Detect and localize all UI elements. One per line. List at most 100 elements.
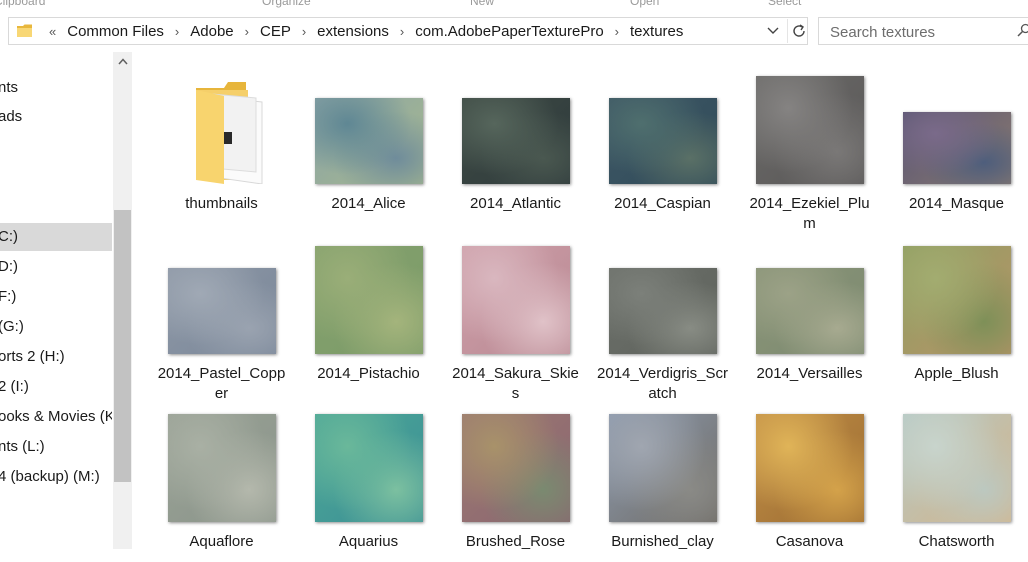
nav-item[interactable]: nts (L:) — [0, 433, 112, 461]
nav-item-label: nts (L:) — [0, 433, 45, 461]
file-item[interactable]: 2014_Ezekiel_Plum — [736, 64, 883, 224]
file-name-label: Burnished_clay — [597, 532, 728, 552]
file-name-label: Apple_Blush — [891, 364, 1022, 384]
file-item[interactable]: 2014_Versailles — [736, 234, 883, 394]
file-name-label: 2014_Versailles — [744, 364, 875, 384]
texture-thumbnail — [609, 268, 717, 354]
file-name-label: Brushed_Rose — [450, 532, 581, 552]
ribbon-label-open: Open — [630, 0, 659, 8]
breadcrumb-item[interactable]: Common Files — [64, 23, 167, 40]
search-input[interactable] — [828, 22, 1012, 42]
texture-thumbnail — [903, 112, 1011, 184]
nav-item-label: nts — [0, 74, 18, 102]
nav-item[interactable]: (G:) — [0, 313, 112, 341]
file-item[interactable]: 2014_Alice — [295, 64, 442, 224]
texture-thumbnail — [315, 98, 423, 184]
file-item[interactable]: 2014_Atlantic — [442, 64, 589, 224]
address-bar[interactable]: « Common Files › Adobe › CEP › extension… — [8, 17, 808, 45]
file-item[interactable]: thumbnails — [148, 64, 295, 224]
texture-thumbnail — [462, 98, 570, 184]
file-name-label: 2014_Pistachio — [303, 364, 434, 384]
file-item[interactable]: Brushed_Rose — [442, 402, 589, 562]
file-item[interactable]: Burnished_clay — [589, 402, 736, 562]
file-item[interactable]: Aquaflore — [148, 402, 295, 562]
texture-thumbnail — [903, 414, 1011, 522]
breadcrumb-separator-icon[interactable]: › — [167, 24, 187, 39]
nav-item-label: (G:) — [0, 313, 24, 341]
breadcrumb-item[interactable]: com.AdobePaperTexturePro — [412, 23, 606, 40]
nav-item[interactable]: orts 2 (H:) — [0, 343, 112, 371]
file-name-label: Aquaflore — [156, 532, 287, 552]
ribbon-group-labels: Clipboard Organize New Open Select — [0, 0, 1028, 8]
chevron-down-icon[interactable] — [764, 22, 782, 40]
nav-item-label: 2 (I:) — [0, 373, 29, 401]
file-item[interactable]: Chatsworth — [883, 402, 1028, 562]
texture-thumbnail — [609, 414, 717, 522]
breadcrumb-overflow[interactable]: « — [49, 24, 56, 39]
ribbon-label-select: Select — [768, 0, 801, 8]
texture-thumbnail — [756, 76, 864, 184]
breadcrumb-item-current[interactable]: textures — [627, 23, 686, 40]
file-item[interactable]: 2014_Caspian — [589, 64, 736, 224]
breadcrumb-separator-icon[interactable]: › — [237, 24, 257, 39]
scroll-up-arrow-icon[interactable] — [113, 56, 132, 72]
nav-item[interactable]: C:) — [0, 223, 112, 251]
texture-thumbnail — [609, 98, 717, 184]
file-item[interactable]: 2014_Sakura_Skies — [442, 234, 589, 394]
breadcrumb-item[interactable]: extensions — [314, 23, 392, 40]
nav-item[interactable]: 2 (I:) — [0, 373, 112, 401]
file-name-label: 2014_Masque — [891, 194, 1022, 214]
breadcrumb-separator-icon[interactable]: › — [294, 24, 314, 39]
breadcrumb-separator-icon[interactable]: › — [392, 24, 412, 39]
file-item[interactable]: Casanova — [736, 402, 883, 562]
file-name-label: Chatsworth — [891, 532, 1022, 552]
file-name-label: thumbnails — [156, 194, 287, 214]
file-name-label: 2014_Pastel_Copper — [156, 364, 287, 404]
breadcrumb-item[interactable]: Adobe — [187, 23, 236, 40]
nav-item[interactable]: D:) — [0, 253, 112, 281]
nav-item[interactable]: nts — [0, 74, 112, 102]
texture-thumbnail — [315, 414, 423, 522]
search-icon[interactable] — [1017, 23, 1028, 41]
file-item[interactable]: 2014_Pastel_Copper — [148, 234, 295, 394]
nav-item-label: ooks & Movies (K — [0, 403, 112, 431]
texture-thumbnail — [462, 246, 570, 354]
breadcrumb-item[interactable]: CEP — [257, 23, 294, 40]
texture-thumbnail — [315, 246, 423, 354]
breadcrumb: « Common Files › Adobe › CEP › extension… — [49, 18, 686, 44]
file-name-label: Casanova — [744, 532, 875, 552]
refresh-icon[interactable] — [787, 19, 810, 43]
file-item[interactable]: 2014_Pistachio — [295, 234, 442, 394]
file-name-label: 2014_Caspian — [597, 194, 728, 214]
file-item[interactable]: 2014_Masque — [883, 64, 1028, 224]
texture-thumbnail — [756, 268, 864, 354]
nav-item-label: orts 2 (H:) — [0, 343, 65, 371]
file-name-label: 2014_Ezekiel_Plum — [744, 194, 875, 234]
address-bar-row: « Common Files › Adobe › CEP › extension… — [0, 14, 1028, 50]
nav-item[interactable]: ads — [0, 103, 112, 131]
search-box[interactable] — [818, 17, 1028, 45]
nav-item[interactable]: 4 (backup) (M:) — [0, 463, 112, 491]
texture-thumbnail — [903, 246, 1011, 354]
file-item[interactable]: Aquarius — [295, 402, 442, 562]
file-item[interactable]: Apple_Blush — [883, 234, 1028, 394]
folder-icon — [17, 24, 33, 38]
nav-item[interactable]: ooks & Movies (K — [0, 403, 112, 431]
nav-item-label: F:) — [0, 283, 16, 311]
file-name-label: 2014_Atlantic — [450, 194, 581, 214]
nav-item-label: ads — [0, 103, 22, 131]
nav-item-label: 4 (backup) (M:) — [0, 463, 100, 491]
file-list-view: thumbnails 2014_Alice 2014_Atlantic 2014_Ca… — [133, 52, 1028, 549]
nav-scrollbar[interactable] — [113, 52, 132, 549]
file-name-label: 2014_Alice — [303, 194, 434, 214]
nav-item-label: C:) — [0, 223, 18, 251]
file-name-label: 2014_Sakura_Skies — [450, 364, 581, 404]
navigation-pane: ntsads C:) D:) F:) (G:)orts 2 (H:)2 (I:)ooks… — [0, 52, 132, 549]
ribbon-label-clipboard: Clipboard — [0, 0, 45, 8]
nav-item-label: D:) — [0, 253, 18, 281]
nav-item[interactable]: F:) — [0, 283, 112, 311]
file-item[interactable]: 2014_Verdigris_Scratch — [589, 234, 736, 394]
breadcrumb-separator-icon[interactable]: › — [607, 24, 627, 39]
ribbon-label-new: New — [470, 0, 494, 8]
scrollbar-thumb[interactable] — [114, 210, 131, 482]
